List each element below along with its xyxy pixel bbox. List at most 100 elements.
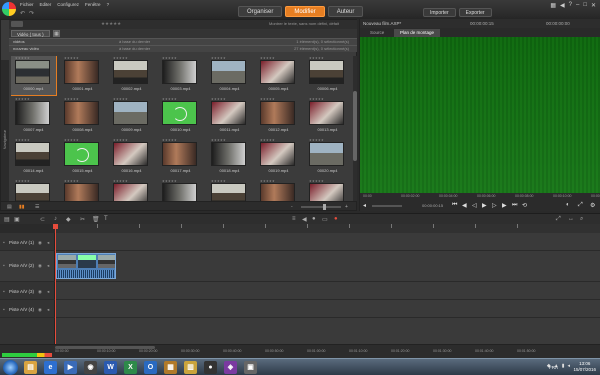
pinnacle-taskbar-icon[interactable]: ◈	[224, 361, 237, 374]
text-filter[interactable]: Montrer le texte, sans nom défini, défai…	[269, 21, 339, 26]
clock[interactable]: 13:06 15/07/2016	[573, 361, 596, 373]
tool-icon[interactable]: ▣	[244, 361, 257, 374]
menu-edit[interactable]: Editer	[40, 2, 52, 7]
archive-icon[interactable]: ▥	[184, 361, 197, 374]
clip-thumbnail[interactable]: ★★★★★ 00010.mp4	[158, 97, 203, 136]
language-indicator[interactable]: FRA	[549, 365, 558, 370]
camera-icon[interactable]: ▭	[322, 216, 328, 223]
track-3[interactable]: ▪ Piste A/V (3) ◉ ◂	[0, 282, 600, 300]
firefox-icon[interactable]: ◉	[84, 361, 97, 374]
library-scrollbar[interactable]	[353, 56, 357, 206]
clip-thumbnail[interactable]: ★★★★★ 00007.mp4	[11, 97, 56, 136]
clip-thumbnail[interactable]: ★★★★★ 00000.mp4	[11, 56, 57, 96]
snapshot-icon[interactable]: ◐	[566, 202, 570, 208]
speaker-icon[interactable]: ◂	[567, 363, 570, 369]
record-icon[interactable]: ●	[312, 216, 316, 222]
start-button[interactable]	[3, 360, 18, 375]
track-2[interactable]: ▪ Piste A/V (2) ◉ ◂	[0, 251, 600, 282]
step-back-icon[interactable]: ◀	[462, 202, 467, 209]
rating-filter[interactable]: ★★★★★	[101, 21, 121, 27]
razor-icon[interactable]: ✂	[80, 216, 85, 223]
fit-icon[interactable]: ⤢	[556, 216, 561, 223]
mode-author-button[interactable]: Auteur	[327, 6, 364, 17]
video-preview[interactable]	[360, 37, 600, 193]
lock-icon[interactable]: ▪	[3, 240, 5, 246]
clip-thumbnail[interactable]: ★★★★★ 00017.mp4	[158, 138, 203, 177]
view-mode-icon[interactable]: ▮▮	[19, 204, 25, 210]
zoom-in-icon[interactable]: +	[345, 204, 348, 210]
audio-icon[interactable]: ♪	[54, 216, 57, 222]
group-header-videos[interactable]: vidéos à base du dernier 1 élément(s), 0…	[9, 38, 357, 45]
go-end-icon[interactable]: ⏭	[512, 202, 517, 209]
network-icon[interactable]: ▮	[562, 363, 565, 369]
track-empty-area[interactable]	[0, 318, 600, 344]
lock-icon[interactable]: ▪	[3, 289, 5, 295]
list-view-icon[interactable]: ☰	[35, 204, 39, 210]
play-icon[interactable]: ▶	[482, 202, 487, 209]
loop-icon[interactable]: ⟲	[522, 202, 527, 209]
trash-icon[interactable]: 🗑	[92, 216, 100, 223]
visibility-icon[interactable]: ◉	[38, 289, 42, 295]
speaker-icon[interactable]: ◀	[560, 2, 565, 9]
clip-thumbnail[interactable]: ★★★★★ 00002.mp4	[109, 56, 154, 95]
explorer-icon[interactable]: ▤	[24, 361, 37, 374]
clip-thumbnail[interactable]: ★★★★★ 00009.mp4	[109, 97, 154, 136]
clip-thumbnail[interactable]: ★★★★★ 00014.mp4	[11, 138, 56, 177]
marker-icon[interactable]: ◆	[66, 216, 71, 223]
clip-thumbnail[interactable]: ★★★★★ 00019.mp4	[256, 138, 301, 177]
clip-thumbnail[interactable]: ★★★★★ 00020.mp4	[305, 138, 350, 177]
tab-timeline[interactable]: Plan de montage	[394, 29, 441, 37]
magnet-icon[interactable]: ⊂	[40, 216, 45, 223]
volume-icon[interactable]: ◂	[47, 240, 49, 246]
clip-thumbnail[interactable]: ★★★★★ 00018.mp4	[207, 138, 252, 177]
volume-icon[interactable]: ◂	[47, 263, 49, 269]
close-icon[interactable]: ✕	[591, 2, 596, 9]
menu-file[interactable]: Fichier	[20, 2, 34, 7]
mode-organize-button[interactable]: Organiser	[238, 6, 283, 17]
title-icon[interactable]: T	[104, 216, 108, 222]
shuttle-slider[interactable]	[372, 205, 402, 207]
clip-thumbnail[interactable]: ★★★★★ 00001.mp4	[60, 56, 105, 95]
clip-thumbnail[interactable]: ★★★★★ 00012.mp4	[256, 97, 301, 136]
visibility-icon[interactable]: ◉	[38, 240, 42, 246]
lock-icon[interactable]: ▪	[3, 263, 5, 269]
mute-icon[interactable]: ◀	[302, 216, 307, 223]
player-ruler[interactable]: 00:00 00:00:02:00 00:00:04:00 00:00:06:00 00…	[360, 193, 600, 200]
zoom-icon[interactable]: ⌕	[580, 216, 583, 223]
track-1[interactable]: ▪ Piste A/V (1) ◉ ◂	[0, 233, 600, 251]
add-tab-button[interactable]: ▦	[53, 30, 60, 37]
visibility-icon[interactable]: ◉	[38, 307, 42, 313]
undo-icon[interactable]: ↶	[20, 10, 25, 17]
menu-window[interactable]: Fenêtre	[85, 2, 101, 7]
export-button[interactable]: Exporter	[458, 8, 492, 17]
scroll-icon[interactable]: ↔	[568, 216, 574, 222]
clip-thumbnail[interactable]: ★★★★★ 00003.mp4	[158, 56, 203, 95]
media-icon[interactable]: ▶	[64, 361, 77, 374]
app-icon[interactable]: ▦	[164, 361, 177, 374]
clip-thumbnail[interactable]: ★★★★★ 00015.mp4	[60, 138, 105, 177]
import-button[interactable]: Importer	[423, 8, 456, 17]
record-voice-icon[interactable]: ●	[334, 216, 338, 222]
settings-icon[interactable]: ⚙	[590, 202, 595, 209]
navigator-strip[interactable]: Navigateur	[1, 60, 9, 210]
menu-help[interactable]: ?	[107, 2, 110, 7]
menu-setup[interactable]: Configurez	[57, 2, 79, 7]
recorder-icon[interactable]: ●	[204, 361, 217, 374]
track-icon[interactable]: ▣	[14, 216, 20, 223]
step-forward-icon[interactable]: ▶	[502, 202, 507, 209]
volume-icon[interactable]: ◂	[363, 202, 366, 209]
search-input[interactable]	[11, 21, 23, 27]
track-4[interactable]: ▪ Piste A/V (4) ◉ ◂	[0, 300, 600, 318]
group-header-new-video[interactable]: nouveau vidéo à base du dernier 27 éléme…	[9, 45, 357, 52]
go-start-icon[interactable]: ⏮	[452, 202, 457, 209]
tab-source[interactable]: Source	[364, 29, 390, 37]
visibility-icon[interactable]: ◉	[38, 263, 42, 269]
timeline-clip[interactable]	[56, 253, 116, 279]
clip-thumbnail[interactable]: ★★★★★ 00011.mp4	[207, 97, 252, 136]
grid-icon[interactable]: ▦	[550, 2, 556, 9]
tab-video-all[interactable]: Vidéo ( tous )	[11, 30, 50, 37]
volume-icon[interactable]: ◂	[47, 289, 49, 295]
fullscreen-icon[interactable]: ⤢	[578, 202, 583, 209]
timeline-ruler[interactable]	[55, 224, 600, 233]
clip-thumbnail[interactable]: ★★★★★ 00008.mp4	[60, 97, 105, 136]
